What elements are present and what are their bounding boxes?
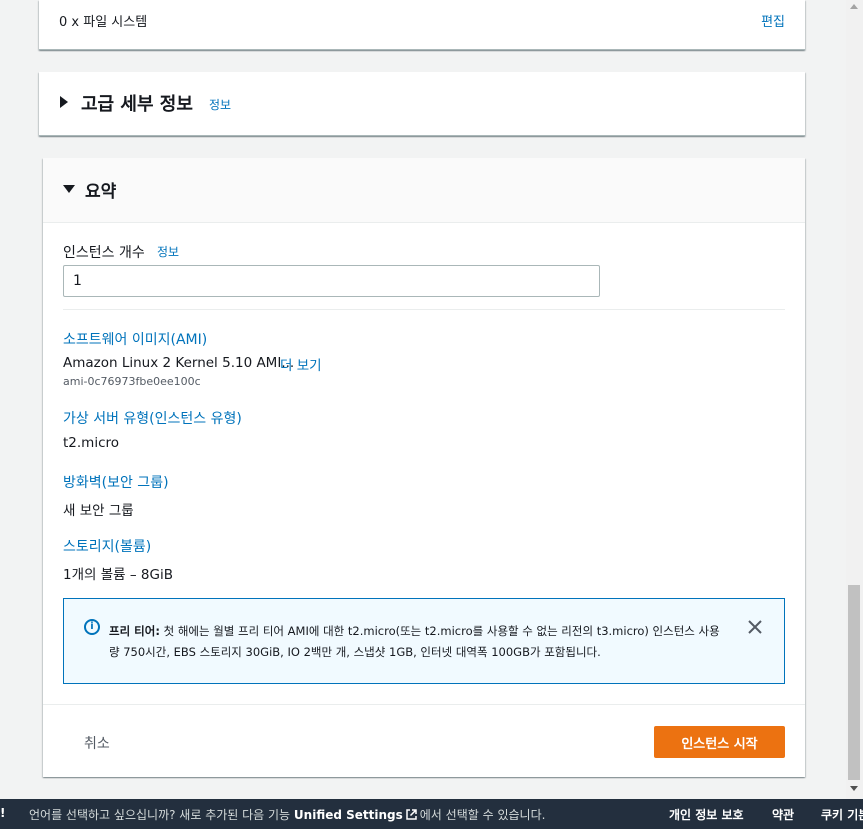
advanced-details-panel[interactable]: 고급 세부 정보 정보 <box>39 72 805 136</box>
summary-title[interactable]: 요약 <box>85 177 116 202</box>
caret-down-icon[interactable] <box>63 185 75 193</box>
free-tier-alert: i 프리 티어: 첫 해에는 월별 프리 티어 AMI에 대한 t2.micro… <box>63 598 785 684</box>
storage-edit-link[interactable]: 편집 <box>761 11 785 30</box>
cancel-button[interactable]: 취소 <box>68 727 126 759</box>
scroll-down-icon[interactable] <box>850 786 858 791</box>
summary-header[interactable]: 요약 <box>43 158 805 223</box>
divider <box>43 704 805 705</box>
ami-more-link[interactable]: 더 보기 <box>280 354 322 374</box>
instance-type-value: t2.micro <box>63 435 120 451</box>
footer-terms-link[interactable]: 약관 <box>772 806 794 823</box>
instance-count-info-link[interactable]: 정보 <box>157 243 179 260</box>
language-message-start: 언어를 선택하고 싶으십니까? 새로 추가된 다음 기능 <box>29 808 294 822</box>
language-message-end: 에서 선택할 수 있습니다. <box>419 808 546 822</box>
close-icon[interactable] <box>746 618 764 636</box>
scroll-up-icon[interactable] <box>850 4 858 9</box>
firewall-label-link[interactable]: 방화벽(보안 그룹) <box>63 472 169 492</box>
storage-panel: 0 x 파일 시스템 편집 <box>39 0 805 50</box>
divider <box>63 309 785 310</box>
page-scrollbar[interactable] <box>846 0 863 799</box>
storage-label-link[interactable]: 스토리지(볼륨) <box>63 536 151 556</box>
file-system-count: 0 x 파일 시스템 <box>59 15 148 30</box>
footer-edge-text: ! <box>0 806 6 820</box>
ami-label-link[interactable]: 소프트웨어 이미지(AMI) <box>63 329 207 349</box>
ami-id: ami-0c76973fbe0ee100c <box>63 375 201 388</box>
advanced-details-title[interactable]: 고급 세부 정보 <box>81 90 193 116</box>
storage-value: 1개의 볼륨 – 8GiB <box>63 567 173 583</box>
info-icon: i <box>84 619 100 635</box>
footer-privacy-link[interactable]: 개인 정보 보호 <box>669 806 744 823</box>
scrollbar-thumb[interactable] <box>848 585 860 780</box>
instance-count-label: 인스턴스 개수 <box>63 245 145 261</box>
summary-panel: 요약 인스턴스 개수 정보 소프트웨어 이미지(AMI) Amazon Linu… <box>43 158 805 777</box>
firewall-value: 새 보안 그룹 <box>63 503 134 519</box>
external-link-icon[interactable] <box>405 808 418 821</box>
free-tier-alert-title: 프리 티어: <box>109 624 160 638</box>
advanced-details-info-link[interactable]: 정보 <box>209 96 231 113</box>
free-tier-alert-text: 프리 티어: 첫 해에는 월별 프리 티어 AMI에 대한 t2.micro(또… <box>109 621 729 663</box>
unified-settings-link[interactable]: Unified Settings <box>294 808 403 822</box>
footer-bar: ! 언어를 선택하고 싶으십니까? 새로 추가된 다음 기능 Unified S… <box>0 799 863 829</box>
launch-instance-button[interactable]: 인스턴스 시작 <box>654 726 785 758</box>
language-message: 언어를 선택하고 싶으십니까? 새로 추가된 다음 기능 Unified Set… <box>29 806 545 823</box>
free-tier-alert-body: 첫 해에는 월별 프리 티어 AMI에 대한 t2.micro(또는 t2.mi… <box>109 624 720 659</box>
footer-cookie-link[interactable]: 쿠키 기본 <box>821 806 863 823</box>
instance-count-input[interactable] <box>63 265 600 297</box>
instance-type-label-link[interactable]: 가상 서버 유형(인스턴스 유형) <box>63 408 242 428</box>
ami-value: Amazon Linux 2 Kernel 5.10 AMI... <box>63 355 295 371</box>
caret-right-icon[interactable] <box>60 96 68 108</box>
